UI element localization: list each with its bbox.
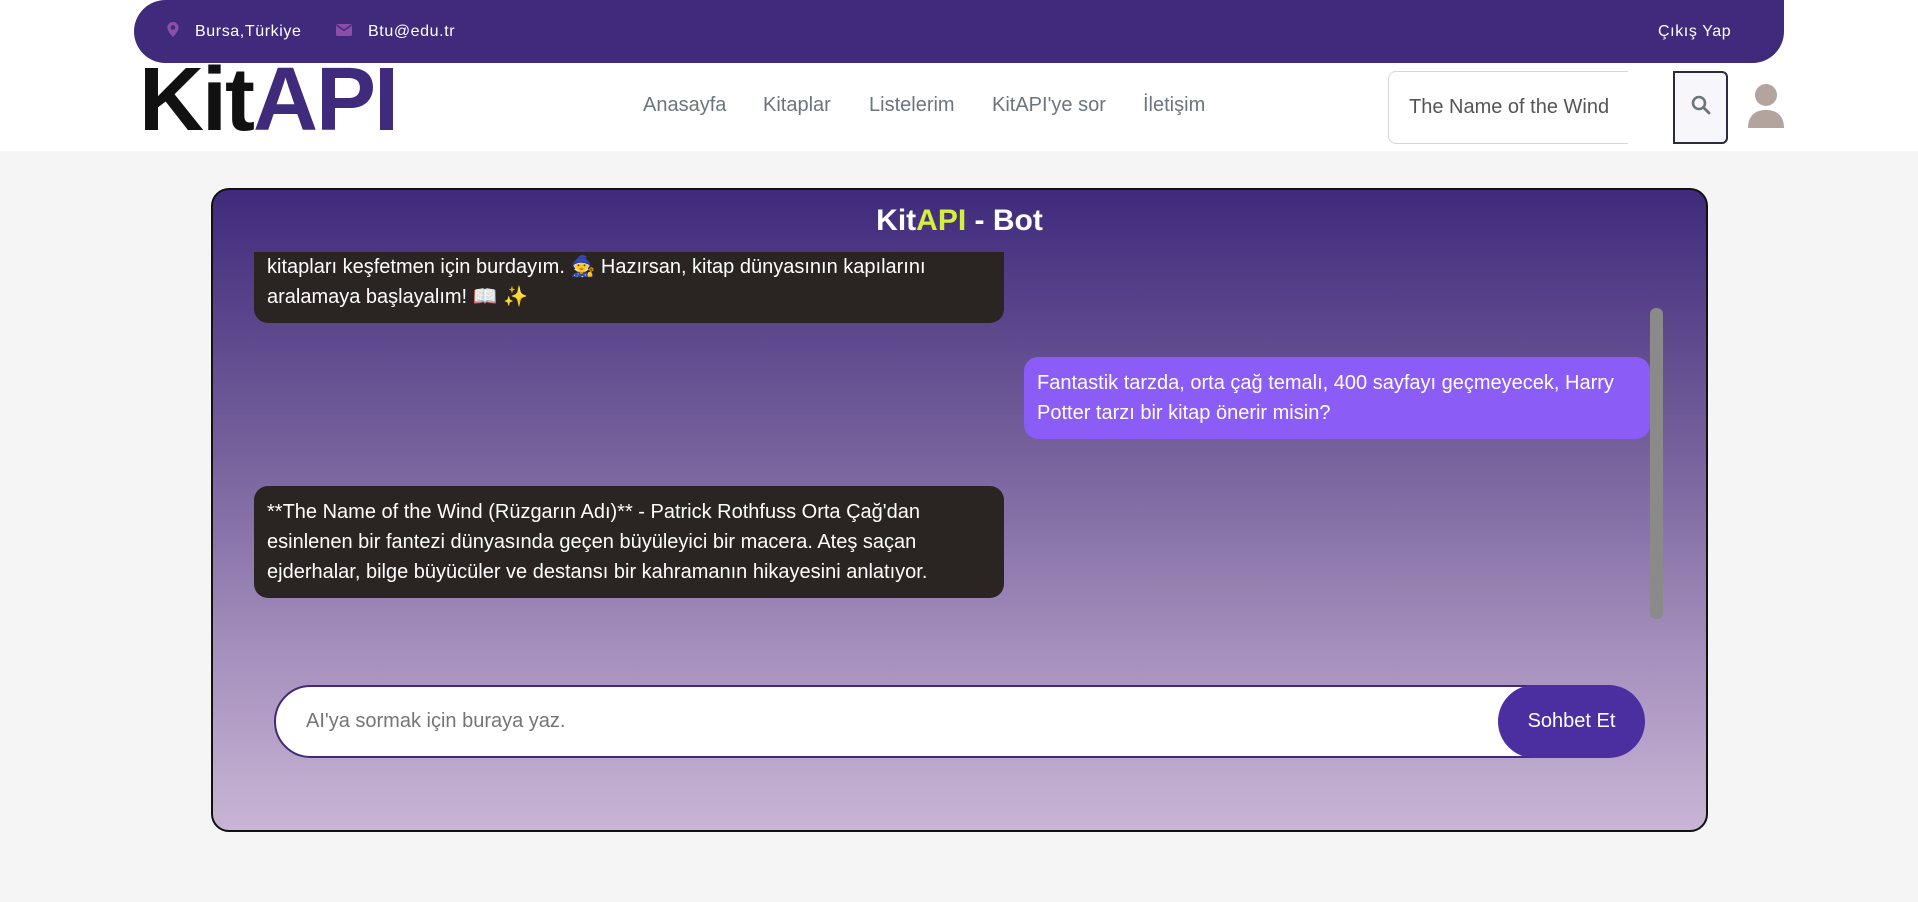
nav-listelerim[interactable]: Listelerim [869, 94, 955, 117]
chat-title: KitAPI - Bot [213, 204, 1706, 238]
kitapi-logo[interactable]: KitAPI [139, 55, 399, 145]
email-text: Btu@edu.tr [368, 22, 456, 40]
search-button[interactable] [1673, 71, 1728, 144]
chat-title-rest: - Bot [966, 204, 1043, 237]
search-icon [1691, 95, 1711, 120]
map-pin-icon [167, 22, 179, 41]
logout-link[interactable]: Çıkış Yap [1658, 0, 1731, 63]
send-chat-button[interactable]: Sohbet Et [1498, 685, 1645, 758]
chat-message-bot: kitapları keşfetmen için burdayım. 🧙 Haz… [254, 252, 1004, 323]
envelope-icon [336, 23, 352, 40]
chat-title-kit: Kit [876, 204, 917, 237]
chat-message-user: Fantastik tarzda, orta çağ temalı, 400 s… [1024, 357, 1650, 439]
search-input[interactable] [1388, 71, 1628, 144]
chat-title-api: API [916, 204, 967, 237]
nav-iletisim[interactable]: İletişim [1143, 94, 1205, 117]
chat-input[interactable] [274, 685, 1594, 758]
chat-panel: KitAPI - Bot kitapları keşfetmen için bu… [211, 188, 1708, 832]
logo-api: API [252, 50, 399, 150]
nav-kitaplar[interactable]: Kitaplar [763, 94, 831, 117]
logo-kit: Kit [139, 50, 255, 150]
chat-scrollbar[interactable] [1650, 308, 1663, 619]
nav-anasayfa[interactable]: Anasayfa [643, 94, 726, 117]
chat-message-bot: **The Name of the Wind (Rüzgarın Adı)** … [254, 486, 1004, 598]
user-icon[interactable] [1746, 84, 1786, 128]
nav-kitapi-ye-sor[interactable]: KitAPI'ye sor [992, 94, 1106, 117]
location-text: Bursa,Türkiye [195, 22, 302, 40]
